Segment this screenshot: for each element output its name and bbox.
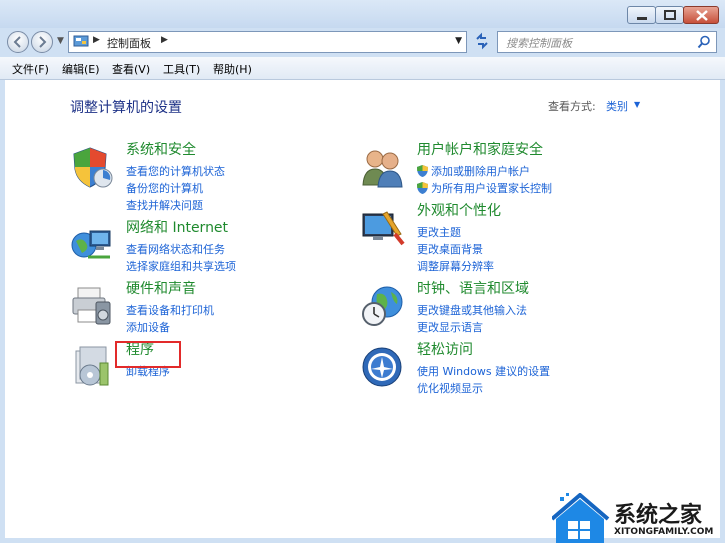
minimize-button[interactable] [627,6,656,24]
breadcrumb-arrow-icon[interactable]: ▶ [161,35,168,45]
breadcrumb-arrow-icon[interactable]: ▶ [93,35,100,45]
house-windows-logo-icon [550,492,610,543]
breadcrumb-control-panel[interactable]: 控制面板 [107,35,151,51]
uac-shield-icon [417,165,428,177]
category-link[interactable]: 为所有用户设置家长控制 [431,182,552,195]
control-panel-icon [73,35,89,47]
minimize-icon [637,17,647,20]
accessibility-icon [362,347,402,387]
highlight-box [115,341,181,368]
category-link[interactable]: 添加或删除用户帐户 [431,165,530,178]
security-shield-icon [73,147,113,188]
forward-arrow-icon [39,36,47,48]
category-link[interactable]: 查看您的计算机状态 [126,163,225,179]
menu-file[interactable]: 文件(F) [12,61,49,77]
forward-button[interactable] [31,31,53,53]
menu-bar: 文件(F) 编辑(E) 查看(V) 工具(T) 帮助(H) [0,57,725,80]
category-title[interactable]: 网络和 Internet [126,217,228,237]
clock-globe-icon [362,286,403,326]
category-link[interactable]: 更改主题 [417,224,461,240]
maximize-icon [664,10,676,20]
category-title[interactable]: 用户帐户和家庭安全 [417,139,543,159]
title-bar [0,0,725,28]
category-title[interactable]: 系统和安全 [126,139,196,159]
category-link[interactable]: 添加设备 [126,319,170,335]
watermark-subtext: XITONGFAMILY.COM [614,527,714,537]
category-title[interactable]: 轻松访问 [417,339,473,359]
menu-tools[interactable]: 工具(T) [163,61,200,77]
maximize-button[interactable] [655,6,684,24]
close-icon [696,10,708,21]
category-link[interactable]: 更改桌面背景 [417,241,483,257]
category-link[interactable]: 查找并解决问题 [126,197,203,213]
menu-edit[interactable]: 编辑(E) [62,61,100,77]
printer-icon [72,287,111,325]
chevron-down-icon[interactable]: ▼ [634,100,640,109]
category-link[interactable]: 使用 Windows 建议的设置 [417,363,550,379]
category-link[interactable]: 查看设备和打印机 [126,302,214,318]
category-link[interactable]: 更改键盘或其他输入法 [417,302,527,318]
category-link[interactable]: 优化视频显示 [417,380,483,396]
category-link-row[interactable]: 添加或删除用户帐户 [417,163,530,179]
address-dropdown-icon[interactable]: ▼ [455,36,462,46]
control-panel-window: ▼ ▶ 控制面板 ▶ ▼ 搜索控制面板 文件(F) 编辑(E) 查看(V) 工具… [0,0,725,543]
navigation-bar: ▼ ▶ 控制面板 ▶ ▼ 搜索控制面板 [0,28,725,56]
programs-disc-icon [75,346,109,386]
uac-shield-icon [417,182,428,194]
category-title[interactable]: 硬件和声音 [126,278,196,298]
category-link[interactable]: 选择家庭组和共享选项 [126,258,236,274]
back-button[interactable] [7,31,29,53]
category-title[interactable]: 外观和个性化 [417,200,501,220]
watermark-logo: 系统之家 XITONGFAMILY.COM [550,492,725,543]
view-by-dropdown[interactable]: 类别 [606,98,628,114]
appearance-monitor-icon [362,211,405,246]
content-area: 调整计算机的设置 查看方式: 类别 ▼ 系统和安全 查看您的计算机状态 备份您的… [5,80,720,538]
watermark-text: 系统之家 [614,503,703,528]
users-icon [362,150,403,188]
network-globe-icon [71,230,111,259]
search-placeholder: 搜索控制面板 [506,37,572,50]
close-button[interactable] [683,6,719,24]
category-link[interactable]: 查看网络状态和任务 [126,241,225,257]
refresh-button[interactable] [470,31,494,53]
view-by-label: 查看方式: [548,100,596,113]
category-title[interactable]: 时钟、语言和区域 [417,278,529,298]
menu-view[interactable]: 查看(V) [112,61,150,77]
refresh-icon [476,32,488,50]
address-bar[interactable]: ▶ 控制面板 ▶ ▼ [68,31,467,53]
search-box[interactable]: 搜索控制面板 [497,31,717,53]
back-arrow-icon [13,36,21,48]
recent-pages-dropdown[interactable]: ▼ [57,36,64,46]
menu-help[interactable]: 帮助(H) [213,61,252,77]
category-link[interactable]: 调整屏幕分辨率 [417,258,494,274]
search-icon[interactable] [697,35,711,49]
category-link[interactable]: 更改显示语言 [417,319,483,335]
category-link-row[interactable]: 为所有用户设置家长控制 [417,180,552,196]
page-title: 调整计算机的设置 [70,100,182,116]
category-link[interactable]: 备份您的计算机 [126,180,203,196]
